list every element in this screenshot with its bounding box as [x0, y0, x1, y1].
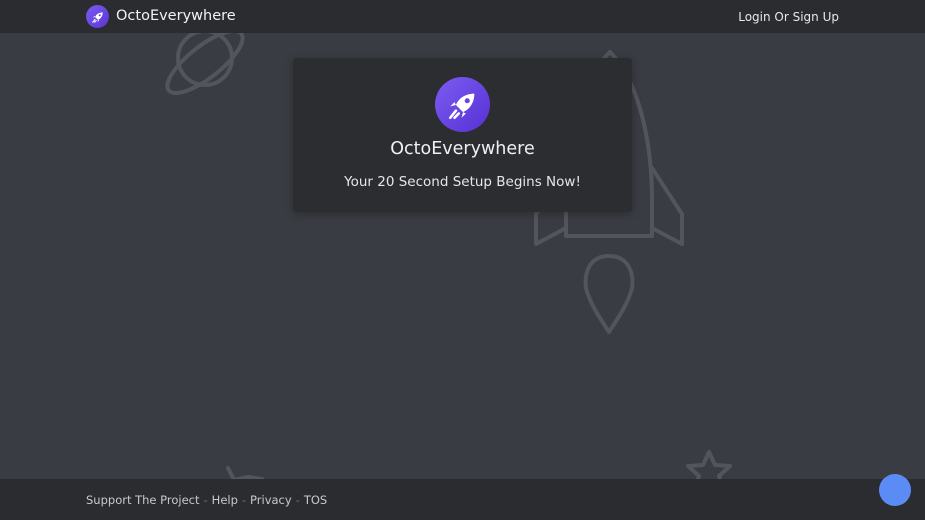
footer-links: Support The Project - Help - Privacy - T… — [86, 492, 327, 508]
chat-bubble-button[interactable] — [879, 474, 911, 506]
rocket-icon — [86, 5, 109, 28]
brand-name: OctoEverywhere — [116, 8, 236, 24]
rocket-icon — [435, 77, 490, 132]
footer-separator: - — [295, 493, 300, 507]
card-title: OctoEverywhere — [390, 139, 535, 159]
brand-home-link[interactable]: OctoEverywhere — [86, 5, 236, 28]
footer-separator: - — [241, 493, 247, 507]
footer-separator: - — [203, 493, 208, 507]
footer: Support The Project - Help - Privacy - T… — [0, 479, 925, 520]
footer-link-support[interactable]: Support The Project — [86, 492, 200, 508]
login-signup-link[interactable]: Login Or Sign Up — [738, 9, 839, 25]
setup-card: OctoEverywhere Your 20 Second Setup Begi… — [293, 58, 632, 212]
planet-icon — [165, 28, 245, 96]
card-subtitle: Your 20 Second Setup Begins Now! — [344, 174, 581, 190]
footer-link-tos[interactable]: TOS — [304, 492, 327, 508]
footer-link-privacy[interactable]: Privacy — [250, 492, 292, 508]
top-navbar: OctoEverywhere Login Or Sign Up — [0, 0, 925, 33]
footer-link-help[interactable]: Help — [212, 492, 238, 508]
